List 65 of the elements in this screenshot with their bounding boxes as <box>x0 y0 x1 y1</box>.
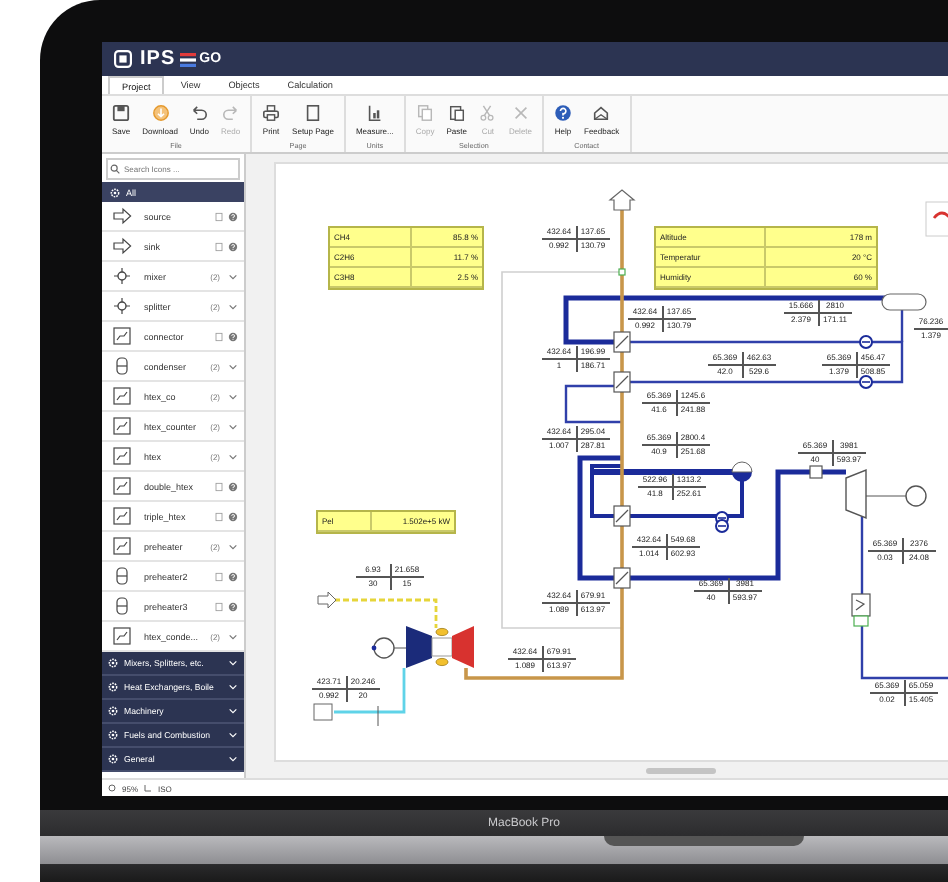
chevron-down-icon <box>228 631 238 641</box>
gear-icon <box>108 754 118 764</box>
scissors-icon <box>478 103 497 121</box>
document-icon <box>214 601 224 611</box>
exchanger-icon <box>112 506 132 526</box>
ruler-icon <box>365 103 384 121</box>
zoom-icon <box>108 784 116 792</box>
help-icon <box>228 601 238 611</box>
chevron-down-icon <box>228 301 238 311</box>
node-icon <box>112 296 132 316</box>
document-icon <box>214 481 224 491</box>
stripes-icon <box>179 51 196 67</box>
ruler-icon <box>144 784 153 792</box>
chevron-down-icon <box>228 421 238 431</box>
chevron-down-icon <box>228 541 238 551</box>
help-icon <box>228 481 238 491</box>
exchanger-icon <box>112 416 132 436</box>
exchanger-icon <box>112 446 132 466</box>
document-icon <box>214 571 224 581</box>
gear-icon <box>108 682 118 692</box>
document-icon <box>214 211 224 221</box>
document-icon <box>214 331 224 341</box>
chevron-down-icon <box>228 451 238 461</box>
vessel-icon <box>112 566 132 586</box>
logo-text: IPS <box>140 48 176 70</box>
save-icon <box>112 103 131 121</box>
help-icon <box>228 211 238 221</box>
copy-icon <box>416 103 435 121</box>
chevron-down-icon <box>228 271 238 281</box>
help-icon <box>228 241 238 251</box>
help-icon <box>228 571 238 581</box>
scrollbar-thumb[interactable] <box>646 768 716 774</box>
exchanger-icon <box>112 476 132 496</box>
delete-icon <box>511 103 530 121</box>
chevron-down-icon <box>228 754 238 764</box>
help-icon <box>228 511 238 521</box>
gear-icon <box>108 706 118 716</box>
help-icon <box>228 331 238 341</box>
chevron-down-icon <box>228 391 238 401</box>
vessel-icon <box>112 356 132 376</box>
paste-icon <box>447 103 466 121</box>
vessel-icon <box>112 596 132 616</box>
chevron-down-icon <box>228 706 238 716</box>
document-icon <box>214 511 224 521</box>
redo-icon <box>221 103 240 121</box>
exchanger-icon <box>112 536 132 556</box>
gear-icon <box>108 730 118 740</box>
undo-icon <box>190 103 209 121</box>
document-icon <box>214 241 224 251</box>
chevron-down-icon <box>228 730 238 740</box>
exchanger-icon <box>112 626 132 646</box>
node-icon <box>112 266 132 286</box>
exchanger-icon <box>112 386 132 406</box>
chevron-down-icon <box>228 682 238 692</box>
logo-icon <box>114 50 132 68</box>
help-icon <box>554 103 572 121</box>
chevron-down-icon <box>228 361 238 371</box>
feedback-icon <box>592 103 611 121</box>
gear-icon <box>108 658 118 668</box>
printer-icon <box>262 103 281 121</box>
gear-icon <box>110 187 120 197</box>
page-icon <box>304 103 322 121</box>
exchanger-icon <box>112 326 132 346</box>
download-icon <box>151 103 170 121</box>
chevron-down-icon <box>228 658 238 668</box>
